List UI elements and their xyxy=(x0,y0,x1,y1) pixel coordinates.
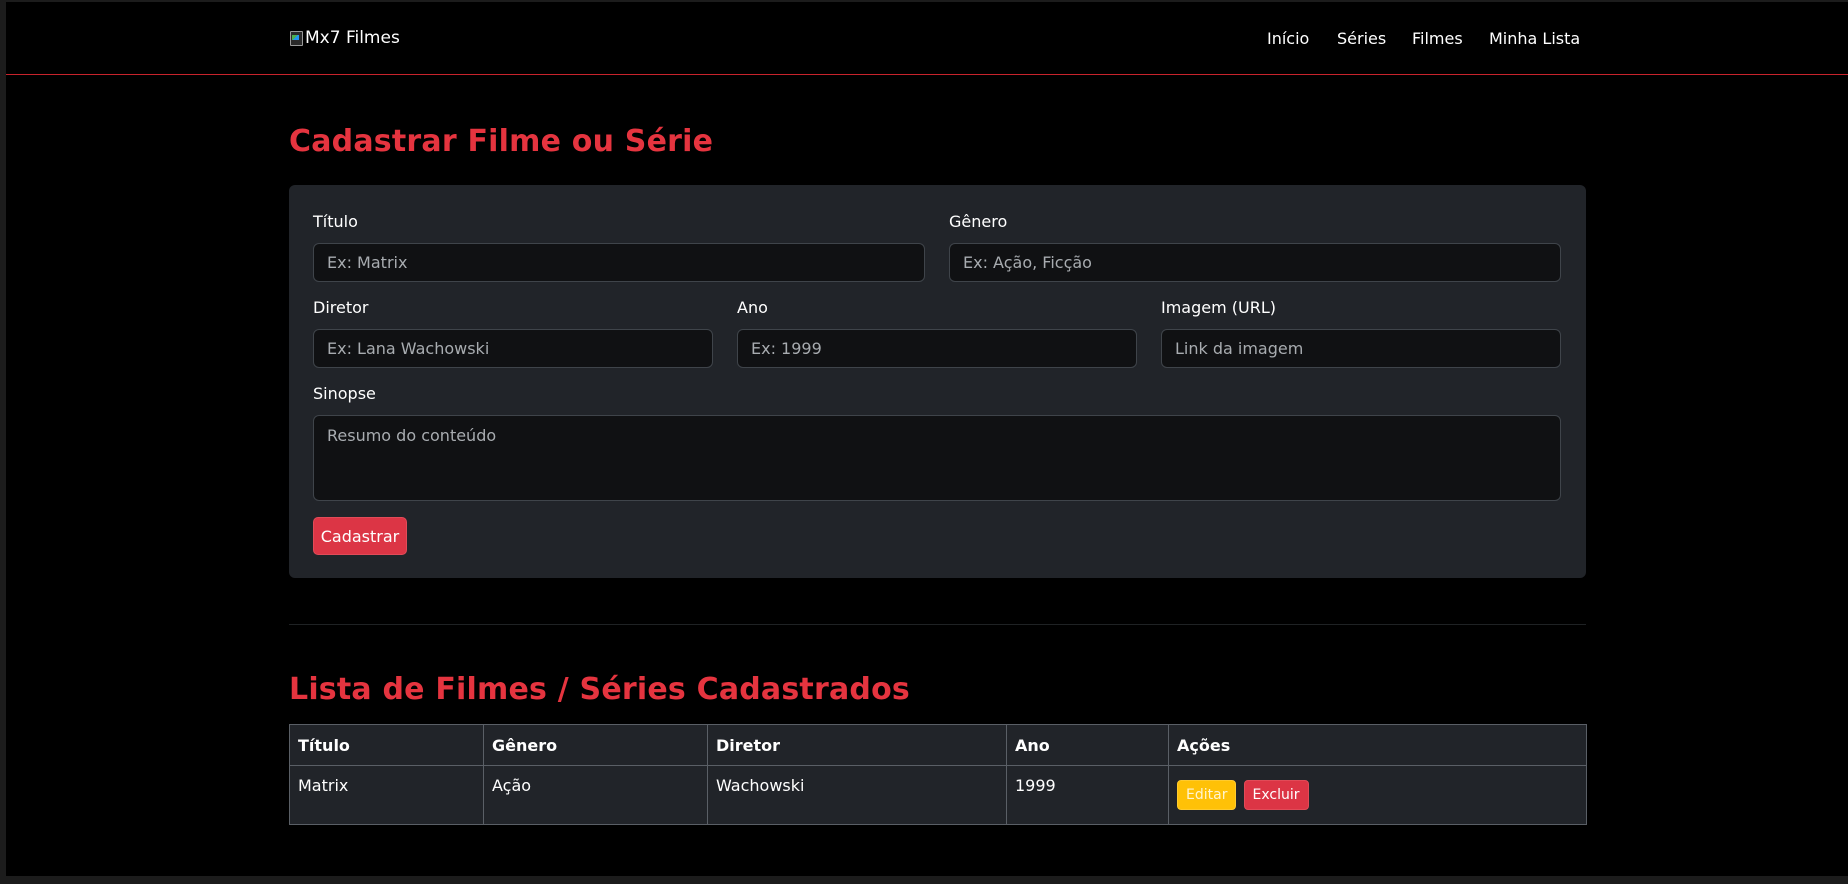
nav-link-filmes[interactable]: Filmes xyxy=(1412,29,1463,48)
cell-genero: Ação xyxy=(483,765,708,825)
column-header-ano: Ano xyxy=(1006,724,1169,766)
navbar: Mx7 Filmes Início Séries Filmes Minha Li… xyxy=(6,2,1848,75)
sinopse-textarea[interactable] xyxy=(313,415,1561,501)
cell-diretor: Wachowski xyxy=(707,765,1007,825)
form-title: Cadastrar Filme ou Série xyxy=(289,124,714,159)
column-header-genero: Gênero xyxy=(483,724,708,766)
imagem-url-input[interactable] xyxy=(1161,329,1561,368)
diretor-label: Diretor xyxy=(313,298,369,317)
ano-input[interactable] xyxy=(737,329,1137,368)
cell-acoes: Editar Excluir xyxy=(1168,765,1587,825)
titulo-input[interactable] xyxy=(313,243,925,282)
cell-titulo: Matrix xyxy=(289,765,484,825)
delete-button[interactable]: Excluir xyxy=(1243,780,1309,810)
section-divider xyxy=(289,624,1586,625)
titles-table: Título Gênero Diretor Ano Ações Matrix A… xyxy=(289,724,1587,825)
register-form-card: Título Gênero Diretor Ano Imagem (URL) S… xyxy=(289,185,1586,578)
ano-label: Ano xyxy=(737,298,768,317)
list-title: Lista de Filmes / Séries Cadastrados xyxy=(289,672,910,707)
cadastrar-button[interactable]: Cadastrar xyxy=(313,517,407,555)
nav-link-series[interactable]: Séries xyxy=(1337,29,1386,48)
sinopse-label: Sinopse xyxy=(313,384,376,403)
imagem-label: Imagem (URL) xyxy=(1161,298,1277,317)
broken-image-icon xyxy=(289,30,303,46)
cell-ano: 1999 xyxy=(1006,765,1169,825)
nav-link-minha-lista[interactable]: Minha Lista xyxy=(1489,29,1580,48)
edit-button[interactable]: Editar xyxy=(1177,780,1237,810)
column-header-titulo: Título xyxy=(289,724,484,766)
column-header-diretor: Diretor xyxy=(707,724,1007,766)
genero-label: Gênero xyxy=(949,212,1008,231)
column-header-acoes: Ações xyxy=(1168,724,1587,766)
page: Mx7 Filmes Início Séries Filmes Minha Li… xyxy=(6,2,1848,876)
titles-table-wrapper: Título Gênero Diretor Ano Ações Matrix A… xyxy=(289,724,1587,825)
table-header-row: Título Gênero Diretor Ano Ações xyxy=(289,724,1587,766)
diretor-input[interactable] xyxy=(313,329,713,368)
table-row: Matrix Ação Wachowski 1999 Editar Exclui… xyxy=(289,765,1587,825)
nav-link-inicio[interactable]: Início xyxy=(1267,29,1309,48)
brand-logo[interactable]: Mx7 Filmes xyxy=(289,28,400,48)
genero-input[interactable] xyxy=(949,243,1561,282)
titulo-label: Título xyxy=(313,212,358,231)
brand-alt-text: Mx7 Filmes xyxy=(305,28,400,48)
